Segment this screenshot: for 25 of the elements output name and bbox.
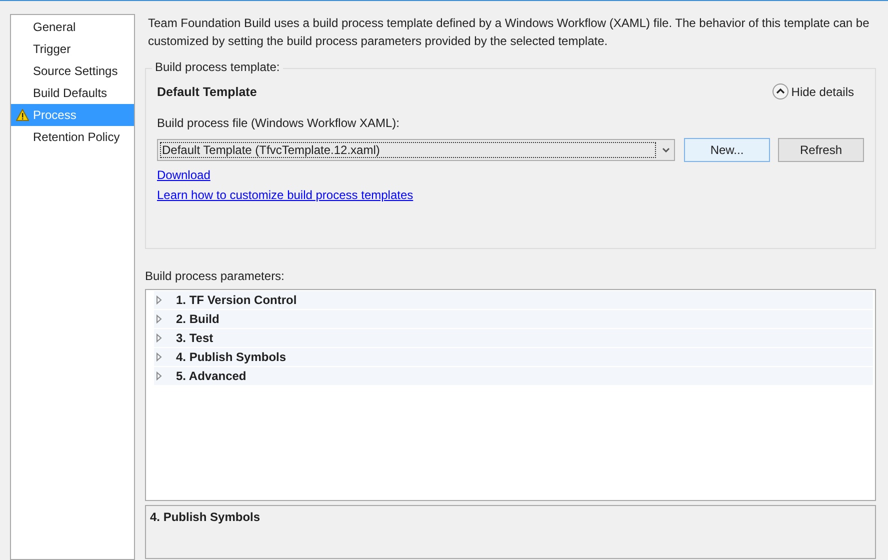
- details-title: 4. Publish Symbols: [150, 510, 260, 524]
- help-link[interactable]: Download: [157, 168, 210, 182]
- action-button[interactable]: New...: [684, 138, 770, 162]
- sidebar-item[interactable]: Build Defaults: [11, 82, 134, 104]
- hide-details-button[interactable]: Hide details: [772, 83, 854, 100]
- help-link[interactable]: Learn how to customize build process templates: [157, 188, 414, 202]
- template-dropdown[interactable]: Default Template (TfvcTemplate.12.xaml): [157, 139, 675, 161]
- tree-item[interactable]: 2. Build: [154, 310, 873, 328]
- parameters-label: Build process parameters:: [145, 269, 286, 285]
- sidebar-item[interactable]: Retention Policy: [11, 126, 134, 148]
- tree-item[interactable]: 3. Test: [154, 329, 873, 347]
- template-title: Default Template: [157, 84, 258, 98]
- sidebar-item[interactable]: Trigger: [11, 38, 134, 60]
- chevron-up-icon: [772, 83, 790, 100]
- sidebar-item[interactable]: Source Settings: [11, 60, 134, 82]
- tree-item[interactable]: 1. TF Version Control: [154, 291, 873, 309]
- chevron-down-icon: [662, 148, 670, 152]
- file-label: Build process file (Windows Workflow XAML):: [157, 116, 401, 130]
- sidebar-item[interactable]: General: [11, 16, 134, 38]
- action-button[interactable]: Refresh: [778, 138, 864, 162]
- group-legend: Build process template:: [152, 60, 283, 74]
- tree-item[interactable]: 4. Publish Symbols: [154, 348, 873, 366]
- warning-icon: [16, 109, 29, 121]
- tree-item[interactable]: 5. Advanced: [154, 367, 873, 385]
- description-text: Team Foundation Build uses a build process template defined by a Windows Workflow (XAML) file. The behavior of this template can be customized by setting the build process parameters provided by the selected template.: [147, 15, 870, 50]
